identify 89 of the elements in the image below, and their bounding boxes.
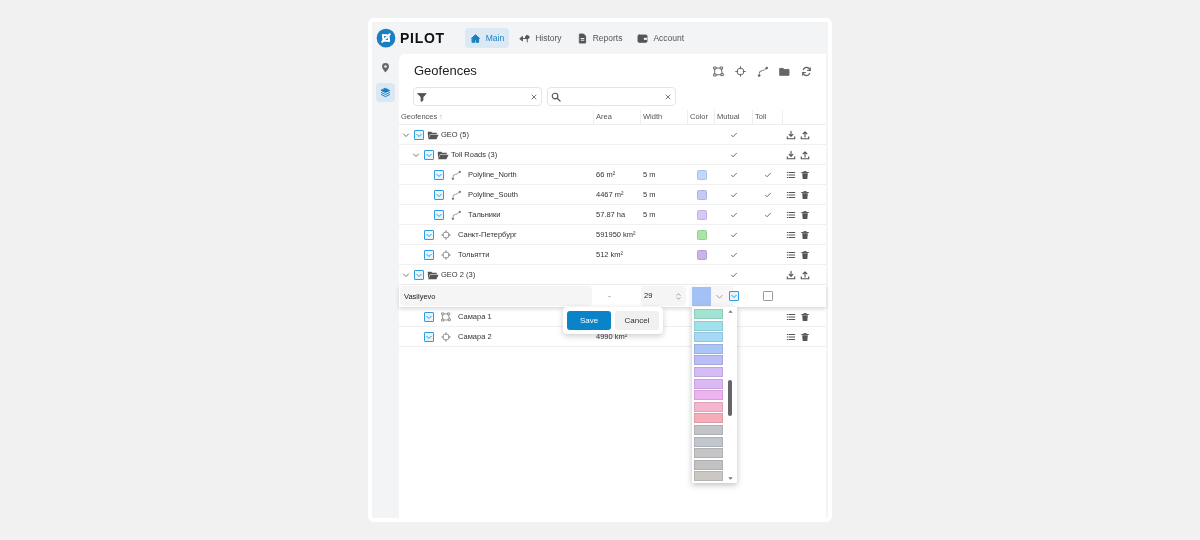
polyline-icon (451, 169, 461, 180)
chevron-icon[interactable] (412, 150, 420, 159)
upload-icon[interactable] (800, 269, 810, 280)
checkbox[interactable] (434, 169, 444, 180)
trash-icon[interactable] (800, 229, 810, 240)
checkbox[interactable] (424, 249, 434, 260)
map-pin-icon (380, 62, 391, 73)
crosshair-circle-icon (441, 331, 451, 342)
checkbox[interactable] (434, 209, 444, 220)
filter-field[interactable] (413, 87, 542, 106)
filter-icon (417, 91, 427, 102)
layers-icon (380, 87, 391, 98)
chevron-icon[interactable] (402, 130, 410, 139)
color-option[interactable] (694, 366, 723, 377)
logo-text: PILOT (400, 28, 445, 48)
upload-icon[interactable] (800, 129, 810, 140)
color-option[interactable] (694, 355, 723, 366)
list-icon[interactable] (786, 311, 796, 322)
checkbox[interactable] (414, 269, 424, 280)
list-icon[interactable] (786, 249, 796, 260)
nav-tab[interactable]: Main (464, 28, 510, 48)
upload-icon[interactable] (800, 149, 810, 160)
nav-tab[interactable]: Account (632, 28, 690, 48)
checkbox[interactable] (424, 229, 434, 240)
trash-icon[interactable] (800, 209, 810, 220)
checkbox[interactable] (424, 149, 434, 160)
checkbox[interactable] (414, 129, 424, 140)
polygon-icon[interactable] (713, 65, 724, 77)
trash-icon[interactable] (800, 189, 810, 200)
sidebar-button[interactable] (376, 83, 395, 102)
color-option[interactable] (694, 320, 723, 331)
spinner-icon[interactable] (674, 291, 683, 301)
panel-title: Geofences (414, 62, 477, 81)
wallet-icon (637, 32, 649, 44)
color-option[interactable] (694, 378, 723, 389)
color-option[interactable] (694, 471, 723, 482)
trash-icon[interactable] (800, 249, 810, 260)
save-button[interactable]: Save (567, 311, 611, 330)
nav-tab[interactable]: Reports (571, 28, 628, 48)
search-icon (551, 91, 561, 102)
color-option[interactable] (694, 309, 723, 319)
color-option[interactable] (694, 332, 723, 343)
color-option[interactable] (694, 343, 723, 354)
list-icon[interactable] (786, 209, 796, 220)
download-icon[interactable] (786, 129, 796, 140)
color-option[interactable] (694, 448, 723, 459)
polyline-icon (451, 209, 461, 220)
download-icon[interactable] (786, 269, 796, 280)
color-option[interactable] (694, 459, 723, 470)
checkbox[interactable] (434, 189, 444, 200)
clear-icon[interactable] (530, 92, 538, 101)
cancel-button[interactable]: Cancel (615, 311, 659, 330)
toll-checkbox[interactable] (763, 291, 773, 301)
color-option[interactable] (694, 413, 723, 424)
download-icon[interactable] (786, 149, 796, 160)
color-select[interactable] (689, 286, 733, 306)
crosshair-circle-icon (441, 249, 451, 260)
list-icon[interactable] (786, 169, 796, 180)
list-icon[interactable] (786, 229, 796, 240)
scroll-down-icon[interactable] (726, 475, 734, 482)
list-icon[interactable] (786, 331, 796, 342)
refresh-icon[interactable] (801, 65, 812, 77)
trash-icon[interactable] (800, 331, 810, 342)
route-icon (519, 32, 531, 44)
color-option[interactable] (694, 424, 723, 435)
polyline-icon (451, 189, 461, 200)
home-icon (469, 32, 481, 44)
trash-icon[interactable] (800, 169, 810, 180)
color-option[interactable] (694, 390, 723, 401)
scrollbar-thumb[interactable] (728, 380, 732, 416)
list-icon[interactable] (786, 189, 796, 200)
document-icon (576, 32, 588, 44)
crosshair-circle-icon (441, 229, 451, 240)
crosshair-circle-icon[interactable] (735, 65, 746, 77)
chevron-check-icon (730, 292, 738, 300)
folder-icon[interactable] (779, 65, 790, 77)
trash-icon[interactable] (800, 311, 810, 322)
color-option[interactable] (694, 436, 723, 447)
nav-tab[interactable]: History (514, 28, 567, 48)
chevron-icon[interactable] (402, 270, 410, 279)
clear-icon[interactable] (664, 92, 672, 101)
color-option[interactable] (694, 401, 723, 412)
logo-icon (376, 28, 396, 48)
polyline-icon[interactable] (757, 65, 768, 77)
search-field[interactable] (547, 87, 676, 106)
mutual-checkbox[interactable] (729, 291, 739, 301)
checkbox[interactable] (424, 331, 434, 342)
polygon-icon (441, 311, 451, 322)
checkbox[interactable] (424, 311, 434, 322)
